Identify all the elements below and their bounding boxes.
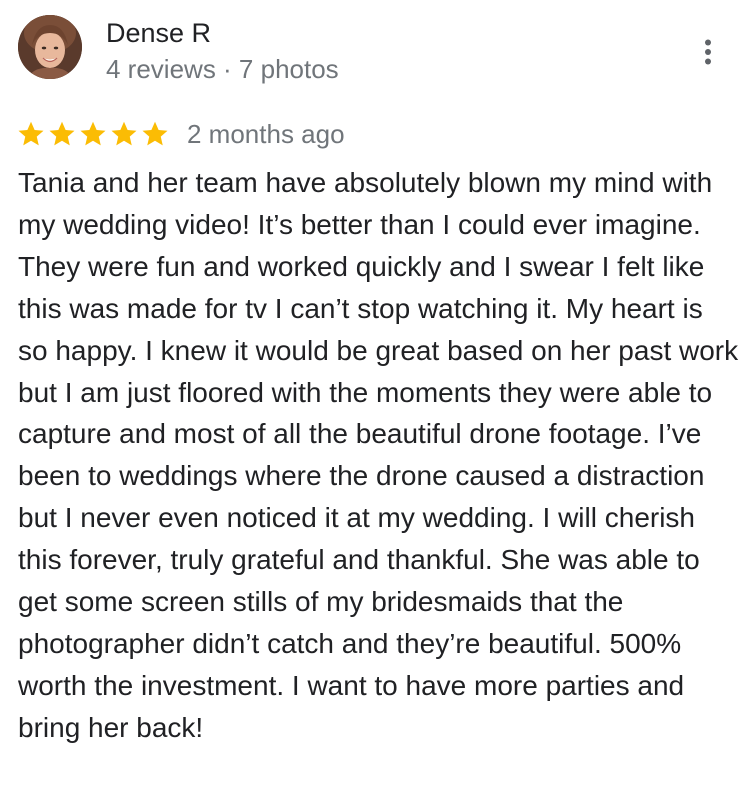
- reviewer-stats[interactable]: 4 reviews · 7 photos: [106, 52, 339, 86]
- review-date: 2 months ago: [187, 119, 345, 149]
- more-options-button[interactable]: [690, 30, 726, 74]
- review-card: Dense R 4 reviews · 7 photos 2 months ag…: [0, 0, 754, 794]
- avatar-photo: [18, 15, 82, 79]
- more-vertical-icon: [705, 39, 711, 65]
- star-icon: [142, 121, 168, 146]
- rating-row: 2 months ago: [16, 116, 345, 152]
- star-icon: [80, 121, 106, 146]
- star-icon: [49, 121, 75, 146]
- reviewer-name[interactable]: Dense R: [106, 16, 211, 50]
- review-text: Tania and her team have absolutely blown…: [18, 167, 739, 743]
- star-icon: [18, 121, 44, 146]
- star-rating: [16, 119, 171, 149]
- star-icon: [111, 121, 137, 146]
- reviewer-avatar[interactable]: [18, 15, 82, 79]
